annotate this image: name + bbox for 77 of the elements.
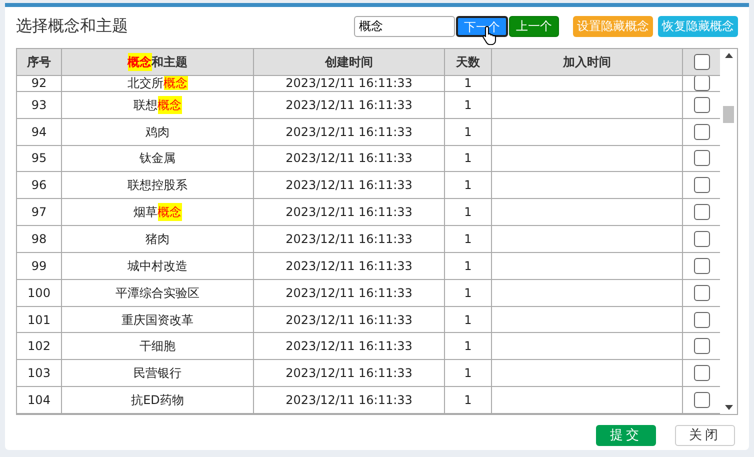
column-header: 天数 (445, 49, 492, 75)
table-cell: 重庆国资改革 (62, 306, 254, 332)
column-header: 加入时间 (492, 49, 683, 75)
table-cell: 103 (17, 360, 62, 386)
table-cell: 98 (17, 226, 62, 252)
scroll-up-icon[interactable] (724, 53, 732, 58)
checkbox[interactable] (694, 204, 710, 220)
table-cell: 2023/12/11 16:11:33 (254, 92, 445, 118)
checkbox[interactable] (694, 392, 710, 408)
previous-button[interactable]: 上一个 (509, 16, 559, 36)
table-cell: 100 (17, 280, 62, 306)
table-cell: 干细胞 (62, 333, 254, 360)
table-cell: 2023/12/11 16:11:33 (254, 306, 445, 332)
checkbox[interactable] (694, 338, 710, 354)
table-cell: 2023/12/11 16:11:33 (254, 199, 445, 226)
checkbox[interactable] (694, 312, 710, 328)
checkbox[interactable] (694, 230, 710, 247)
checkbox[interactable] (694, 258, 710, 274)
table-cell: 1 (445, 172, 492, 198)
table-cell: 1 (445, 333, 492, 360)
restore-concepts-button[interactable]: 恢复隐藏概念 (658, 16, 738, 36)
checkbox[interactable] (694, 365, 710, 382)
checkbox[interactable] (694, 284, 710, 301)
table-cell: 1 (445, 387, 492, 413)
table-cell: 1 (445, 252, 492, 279)
column-header: 序号 (17, 49, 62, 75)
table-cell: 鸡肉 (62, 118, 254, 145)
table-cell: 92 (17, 76, 62, 91)
table-cell: 2023/12/11 16:11:33 (254, 252, 445, 279)
checkbox[interactable] (694, 76, 710, 91)
table-cell: 民营银行 (62, 360, 254, 386)
table-cell: 102 (17, 333, 62, 360)
table-cell: 97 (17, 199, 62, 226)
column-header: 创建时间 (254, 49, 445, 75)
table-cell: 1 (445, 306, 492, 332)
hide-concepts-button[interactable]: 设置隐藏概念 (573, 16, 653, 36)
table-cell: 104 (17, 387, 62, 413)
checkbox[interactable] (694, 54, 710, 70)
table-cell: 96 (17, 172, 62, 198)
checkbox[interactable] (694, 124, 710, 140)
scroll-down-icon[interactable] (724, 405, 732, 410)
table-cell: 1 (445, 118, 492, 145)
table-cell: 2023/12/11 16:11:33 (254, 360, 445, 386)
close-button[interactable]: 关闭 (675, 425, 735, 446)
table-cell: 抗ED药物 (62, 387, 254, 413)
table-cell: 联想控股系 (62, 172, 254, 198)
checkbox[interactable] (694, 150, 710, 166)
checkbox[interactable] (694, 177, 710, 194)
table-cell: 99 (17, 252, 62, 279)
dialog-title: 选择概念和主题 (16, 15, 128, 37)
table-cell: 1 (445, 146, 492, 172)
scroll-thumb[interactable] (723, 106, 734, 123)
table-cell: 93 (17, 92, 62, 118)
table-cell: 猪肉 (62, 226, 254, 252)
table-cell: 101 (17, 306, 62, 332)
table-cell: 94 (17, 118, 62, 145)
table-cell: 2023/12/11 16:11:33 (254, 76, 445, 91)
table-cell: 2023/12/11 16:11:33 (254, 118, 445, 145)
table-cell: 2023/12/11 16:11:33 (254, 280, 445, 306)
search-field[interactable]: 概念 (354, 16, 455, 36)
table-cell: 平潭综合实验区 (62, 280, 254, 306)
checkbox[interactable] (694, 96, 710, 113)
table-cell: 钛金属 (62, 146, 254, 172)
table-cell: 1 (445, 76, 492, 91)
table-cell: 1 (445, 360, 492, 386)
table-cell: 2023/12/11 16:11:33 (254, 333, 445, 360)
table-cell: 2023/12/11 16:11:33 (254, 146, 445, 172)
table-cell: 2023/12/11 16:11:33 (254, 172, 445, 198)
table-cell: 城中村改造 (62, 252, 254, 279)
submit-button[interactable]: 提交 (596, 425, 656, 446)
table-cell: 2023/12/11 16:11:33 (254, 387, 445, 413)
table-cell: 1 (445, 199, 492, 226)
table-cell: 1 (445, 226, 492, 252)
table-cell: 95 (17, 146, 62, 172)
table-cell: 1 (445, 92, 492, 118)
table-cell: 2023/12/11 16:11:33 (254, 226, 445, 252)
table-cell: 1 (445, 280, 492, 306)
